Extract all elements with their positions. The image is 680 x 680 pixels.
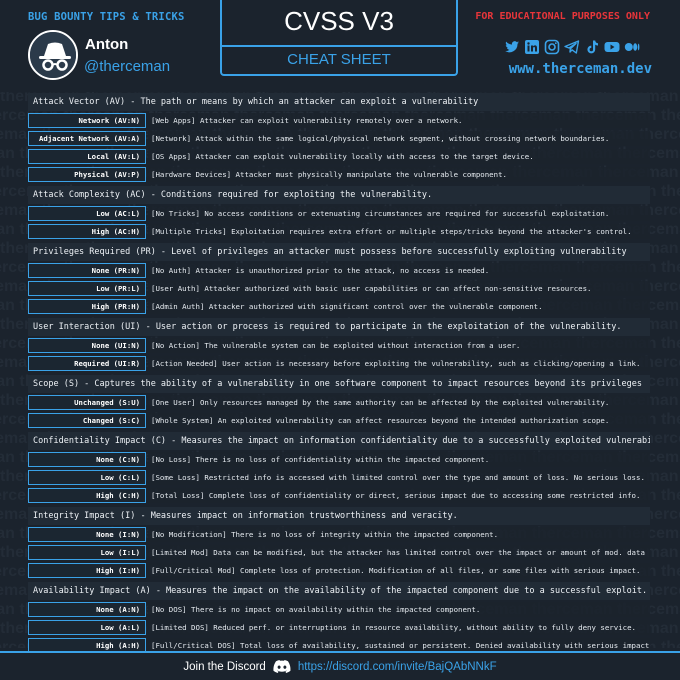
- section-heading: Availability Impact (A) - Measures the i…: [28, 582, 650, 600]
- page-title: CVSS V3: [284, 6, 394, 36]
- section-heading: Attack Vector (AV) - The path or means b…: [28, 93, 650, 111]
- section-heading: Scope (S) - Captures the ability of a vu…: [28, 375, 650, 393]
- discord-invite-link[interactable]: https://discord.com/invite/BajQAbNNkF: [298, 661, 497, 673]
- metric-description: [No Action] The vulnerable system can be…: [148, 337, 650, 353]
- author-handle[interactable]: @therceman: [84, 58, 170, 75]
- section-heading: Privileges Required (PR) - Level of priv…: [28, 243, 650, 261]
- header: BUG BOUNTY TIPS & TRICKS Anton @thercema…: [0, 0, 680, 92]
- metric-label: None (UI:N): [28, 337, 146, 353]
- instagram-icon[interactable]: [544, 39, 560, 55]
- metric-row: Network (AV:N) [Web Apps] Attacker can ex…: [28, 111, 650, 129]
- metric-row: Changed (S:C) [Whole System] An exploited…: [28, 411, 650, 429]
- metric-row: Adjacent Network (AV:A) [Network] Attack …: [28, 129, 650, 147]
- incognito-avatar-icon: [30, 32, 76, 78]
- metric-label: Low (PR:L): [28, 280, 146, 296]
- section-heading: Attack Complexity (AC) - Conditions requ…: [28, 186, 650, 204]
- metric-row: None (I:N) [No Modification] There is no …: [28, 525, 650, 543]
- metric-description: [No Modification] There is no loss of in…: [148, 526, 650, 542]
- metric-description: [No Tricks] No access conditions or exte…: [148, 205, 650, 221]
- brand-tag: BUG BOUNTY TIPS & TRICKS: [28, 11, 185, 23]
- metric-label: Low (A:L): [28, 619, 146, 635]
- metric-row: Unchanged (S:U) [One User] Only resources…: [28, 393, 650, 411]
- metric-label: Low (C:L): [28, 469, 146, 485]
- discord-icon[interactable]: [273, 659, 291, 674]
- metric-description: [Some Loss] Restricted info is accessed …: [148, 469, 650, 485]
- metric-label: Physical (AV:P): [28, 166, 146, 182]
- metric-label: High (C:H): [28, 487, 146, 503]
- metric-description: [Whole System] An exploited vulnerabilit…: [148, 412, 650, 428]
- metric-label: Unchanged (S:U): [28, 394, 146, 410]
- metric-row: Required (UI:R) [Action Needed] User acti…: [28, 354, 650, 372]
- metric-row: Physical (AV:P) [Hardware Devices] Attack…: [28, 165, 650, 183]
- metric-row: None (PR:N) [No Auth] Attacker is unautho…: [28, 261, 650, 279]
- author-name: Anton: [85, 36, 129, 53]
- youtube-icon[interactable]: [604, 39, 620, 55]
- metric-label: Changed (S:C): [28, 412, 146, 428]
- twitter-icon[interactable]: [504, 39, 520, 55]
- metric-description: [Total Loss] Complete loss of confidenti…: [148, 487, 650, 503]
- avatar: [28, 30, 78, 80]
- metric-description: [No Auth] Attacker is unauthorized prior…: [148, 262, 650, 278]
- metric-label: None (I:N): [28, 526, 146, 542]
- metric-row: Low (I:L) [Limited Mod] Data can be modif…: [28, 543, 650, 561]
- page-subtitle: CHEAT SHEET: [287, 51, 391, 68]
- metric-label: Low (I:L): [28, 544, 146, 560]
- metric-row: High (I:H) [Full/Critical Mod] Complete l…: [28, 561, 650, 579]
- metric-row: Low (PR:L) [User Auth] Attacker authorize…: [28, 279, 650, 297]
- disclaimer: FOR EDUCATIONAL PURPOSES ONLY: [475, 11, 650, 22]
- metric-description: [Hardware Devices] Attacker must physica…: [148, 166, 650, 182]
- metric-label: High (I:H): [28, 562, 146, 578]
- metric-description: [One User] Only resources managed by the…: [148, 394, 650, 410]
- join-discord-text: Join the Discord: [183, 660, 266, 673]
- metric-label: None (C:N): [28, 451, 146, 467]
- metric-label: Adjacent Network (AV:A): [28, 130, 146, 146]
- metric-row: High (PR:H) [Admin Auth] Attacker authori…: [28, 297, 650, 315]
- metric-description: [Multiple Tricks] Exploitation requires …: [148, 223, 650, 239]
- metric-row: High (AC:H) [Multiple Tricks] Exploitatio…: [28, 222, 650, 240]
- metric-label: High (PR:H): [28, 298, 146, 314]
- metric-row: Local (AV:L) [OS Apps] Attacker can explo…: [28, 147, 650, 165]
- metric-label: Network (AV:N): [28, 112, 146, 128]
- metric-description: [User Auth] Attacker authorized with bas…: [148, 280, 650, 296]
- metric-row: Low (AC:L) [No Tricks] No access conditio…: [28, 204, 650, 222]
- metric-description: [Admin Auth] Attacker authorized with si…: [148, 298, 650, 314]
- metric-row: None (C:N) [No Loss] There is no loss of …: [28, 450, 650, 468]
- tiktok-icon[interactable]: [584, 39, 600, 55]
- metric-label: Required (UI:R): [28, 355, 146, 371]
- metric-label: None (PR:N): [28, 262, 146, 278]
- site-url-link[interactable]: www.therceman.dev: [509, 61, 652, 77]
- metric-row: Low (C:L) [Some Loss] Restricted info is …: [28, 468, 650, 486]
- metric-label: Low (AC:L): [28, 205, 146, 221]
- metric-label: Local (AV:L): [28, 148, 146, 164]
- metric-description: [Web Apps] Attacker can exploit vulnerab…: [148, 112, 650, 128]
- cheat-sheet-content: Attack Vector (AV) - The path or means b…: [28, 93, 650, 657]
- metric-description: [Network] Attack within the same logical…: [148, 130, 650, 146]
- footer: Join the Discord https://discord.com/inv…: [0, 651, 680, 680]
- metric-description: [No DOS] There is no impact on availabil…: [148, 601, 650, 617]
- metric-description: [Action Needed] User action is necessary…: [148, 355, 650, 371]
- medium-icon[interactable]: [624, 39, 640, 55]
- metric-description: [OS Apps] Attacker can exploit vulnerabi…: [148, 148, 650, 164]
- social-links: [504, 39, 640, 57]
- metric-row: High (C:H) [Total Loss] Complete loss of …: [28, 486, 650, 504]
- linkedin-icon[interactable]: [524, 39, 540, 55]
- metric-label: None (A:N): [28, 601, 146, 617]
- metric-row: Low (A:L) [Limited DOS] Reduced perf. or …: [28, 618, 650, 636]
- title-divider: [222, 45, 456, 47]
- metric-description: [Limited DOS] Reduced perf. or interrupt…: [148, 619, 650, 635]
- metric-description: [No Loss] There is no loss of confidenti…: [148, 451, 650, 467]
- section-heading: User Interaction (UI) - User action or p…: [28, 318, 650, 336]
- metric-row: None (A:N) [No DOS] There is no impact on…: [28, 600, 650, 618]
- title-box: CVSS V3 CHEAT SHEET: [220, 0, 458, 76]
- metric-description: [Full/Critical Mod] Complete loss of pro…: [148, 562, 650, 578]
- section-heading: Integrity Impact (I) - Measures impact o…: [28, 507, 650, 525]
- metric-row: None (UI:N) [No Action] The vulnerable sy…: [28, 336, 650, 354]
- telegram-icon[interactable]: [564, 39, 580, 55]
- metric-label: High (AC:H): [28, 223, 146, 239]
- metric-description: [Limited Mod] Data can be modified, but …: [148, 544, 650, 560]
- section-heading: Confidentiality Impact (C) - Measures th…: [28, 432, 650, 450]
